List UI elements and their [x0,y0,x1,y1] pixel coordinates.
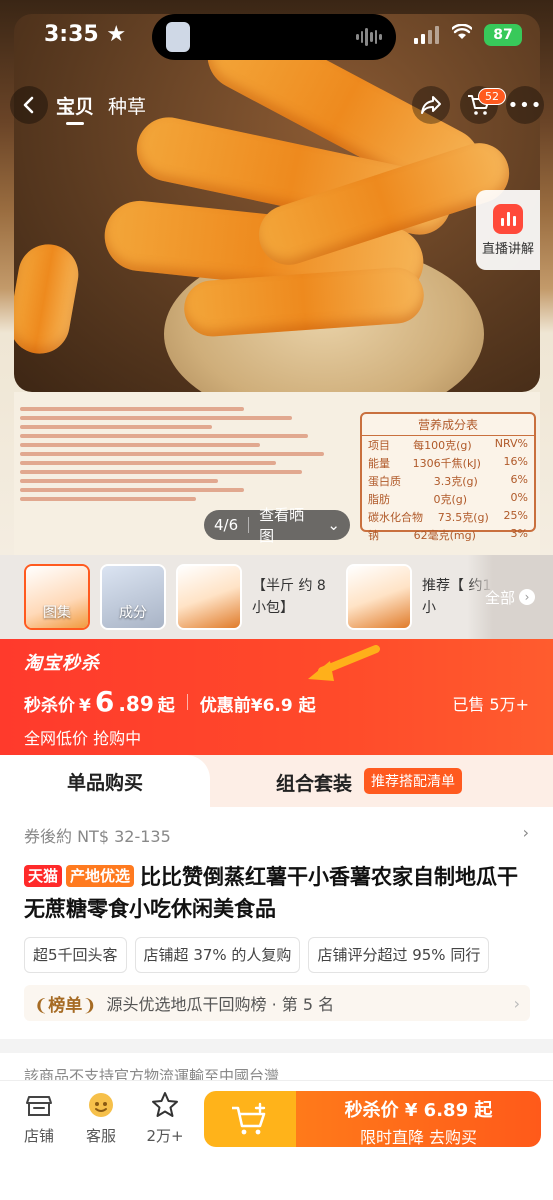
sku-half-jin-label[interactable]: 【半斤 约 8小包】 [252,575,336,619]
sold-count: 已售 5万+ [452,695,529,714]
flash-price-suffix: 起 [157,696,175,716]
flash-price-label: 秒杀价 [24,696,75,716]
flash-sale-banner: 淘宝秒杀 秒杀价 ¥ 6 .89 起 优惠前¥6.9 起 已售 5万+ 全网低价… [0,639,553,755]
nutrition-row: 蛋白质 3.3克(g) 6% [368,473,528,488]
battery-indicator: 87 [484,24,522,46]
product-title: 天猫 产地优选 比比赞倒蒸红薯干小香薯农家自制地瓜干无蔗糖零食小吃休闲美食品 [24,861,530,925]
nutrition-table: 营养成分表 项目 每100克(g) NRV% 能量 1306千焦(kJ) 16% 蛋白质… [360,412,536,542]
cart-count-badge: 52 [478,88,506,105]
nutrition-row: 能量 1306千焦(kJ) 16% [368,455,528,470]
top-navigation: 宝贝 种草 52 ••• [0,86,553,126]
flash-buy-button[interactable]: 秒杀价 ¥ 6.89 起 限时直降 去购买 [296,1091,541,1147]
nutrition-header: 项目 每100克(g) NRV% [368,437,528,452]
back-button[interactable] [10,86,48,124]
live-explain-button[interactable]: 直播讲解 [476,190,540,270]
price-divider [186,693,188,710]
store-label: 店铺 [23,1127,54,1145]
more-button[interactable]: ••• [506,86,544,124]
pointer-arrow-icon [308,645,380,681]
store-icon [26,1096,52,1116]
origin-select-tag: 产地优选 [66,865,135,887]
thumbnail-strip: 图集 成分 【半斤 约 8小包】 推荐【 约16小 全部 › [0,555,553,639]
favorite-button[interactable]: 2万+ [140,1091,190,1146]
favorite-count: 2万+ [146,1127,184,1145]
coupon-price: 券後約 NT$ 32-135 [24,827,171,846]
price-before-discount: 优惠前¥6.9 起 [199,696,316,716]
pill-divider [248,517,250,533]
bottom-action-bar: 店铺 客服 2万+ 秒杀价 ¥ 6.89 起 限时直降 去购买 [0,1080,553,1200]
tab-combo-set[interactable]: 组合套装 [276,769,352,796]
flash-price-integer: 6 [94,685,115,718]
view-all-label: 全部 [484,588,515,607]
thumbnail-ingredients[interactable]: 成分 [100,564,166,630]
buy-sub-label: 限时直降 去购买 [359,1128,478,1147]
dynamic-island [152,14,396,60]
add-to-cart-button[interactable] [204,1091,296,1147]
currency-symbol: ¥ [79,696,91,716]
nutrition-row: 钠 62毫克(mg) 3% [368,527,528,542]
chevron-left-icon [23,96,34,114]
buy-main-label: 秒杀价 ¥ 6.89 起 [344,1100,493,1121]
cell-signal-icon [414,26,439,44]
flash-subtitle: 全网低价 抢购中 [24,729,142,748]
thumbnail-gallery[interactable]: 图集 [24,564,90,630]
recommended-combo-tag[interactable]: 推荐搭配清单 [364,768,462,794]
chip-repeat-customers[interactable]: 超5千回头客 [24,937,127,973]
thumbnail-caption: 成分 [119,605,147,621]
customer-service-label: 客服 [85,1127,116,1145]
product-hero-image[interactable]: 营养成分表 项目 每100克(g) NRV% 能量 1306千焦(kJ) 16% 蛋白质… [0,0,553,555]
star-icon [152,1092,178,1117]
add-to-cart-icon [232,1102,266,1135]
chip-store-rating[interactable]: 店铺评分超过 95% 同行 [308,937,490,973]
flash-price-decimal: .89 [118,692,154,716]
audio-wave-icon [356,28,383,46]
view-all-thumbnails-button[interactable]: 全部 › [467,555,553,639]
purchase-type-tabs: 单品购买 组合套装 推荐搭配清单 [0,755,553,807]
island-app-icon [166,22,190,52]
flash-price-row: 秒杀价 ¥ 6 .89 起 优惠前¥6.9 起 [24,685,316,718]
customer-service-icon [89,1093,113,1117]
product-info: 券後約 NT$ 32-135 › 天猫 产地优选 比比赞倒蒸红薯干小香薯农家自制地瓜… [0,807,553,1087]
live-label: 直播讲解 [481,242,534,257]
coupon-row[interactable]: 券後約 NT$ 32-135 › [24,823,529,847]
gallery-counter-pill[interactable]: 4/6 查看晒图 ⌄ [204,506,350,545]
tmall-tag: 天猫 [24,865,63,887]
nutrition-row: 脂肪 0克(g) 0% [368,491,528,506]
chip-repurchase-rate[interactable]: 店铺超 37% 的人复购 [134,937,301,973]
tab-single-purchase[interactable]: 单品购买 [0,755,210,807]
status-bar: 3:35 ★ 87 [0,0,553,70]
thumbnail-sku-recommended[interactable] [346,564,412,630]
wifi-icon [452,24,472,39]
store-button[interactable]: 店铺 [14,1091,64,1146]
highlight-chips: 超5千回头客 店铺超 37% 的人复购 店铺评分超过 95% 同行 [24,937,553,973]
share-icon [421,96,441,114]
sweet-potato-strip [14,239,84,359]
more-dots-icon: ••• [507,94,543,116]
flash-sale-logo: 淘宝秒杀 [24,653,100,674]
gallery-counter: 4/6 [214,516,239,534]
product-detail-page: 营养成分表 项目 每100克(g) NRV% 能量 1306千焦(kJ) 16% 蛋白质… [0,0,553,1200]
tab-product[interactable]: 宝贝 [56,92,94,125]
nutrition-row: 碳水化合物 73.5克(g) 25% [368,509,528,524]
tab-seed[interactable]: 种草 [108,92,146,119]
package-label-text [20,402,340,506]
thumbnail-sku-half-jin[interactable] [176,564,242,630]
ranking-badge: ❨榜单❩ [34,995,97,1016]
customer-service-button[interactable]: 客服 [76,1091,126,1146]
thumbnail-caption: 图集 [43,605,71,621]
buy-now-button[interactable]: 秒杀价 ¥ 6.89 起 限时直降 去购买 [204,1091,541,1147]
view-photos-link[interactable]: 查看晒图 [259,504,317,546]
ranking-row[interactable]: ❨榜单❩ 源头优选地瓜干回购榜 · 第 5 名 › [24,985,530,1021]
nutrition-title: 营养成分表 [362,414,534,436]
product-photo [14,14,540,392]
chevron-right-icon: › [522,823,529,842]
chevron-right-icon: › [519,589,535,605]
chevron-right-icon: › [513,993,520,1013]
chevron-down-icon: ⌄ [327,516,340,534]
section-divider [0,1039,553,1053]
share-button[interactable] [412,86,450,124]
status-time: 3:35 ★ [44,22,127,47]
ranking-text: 源头优选地瓜干回购榜 · 第 5 名 [106,995,335,1014]
live-bars-icon [493,204,523,234]
